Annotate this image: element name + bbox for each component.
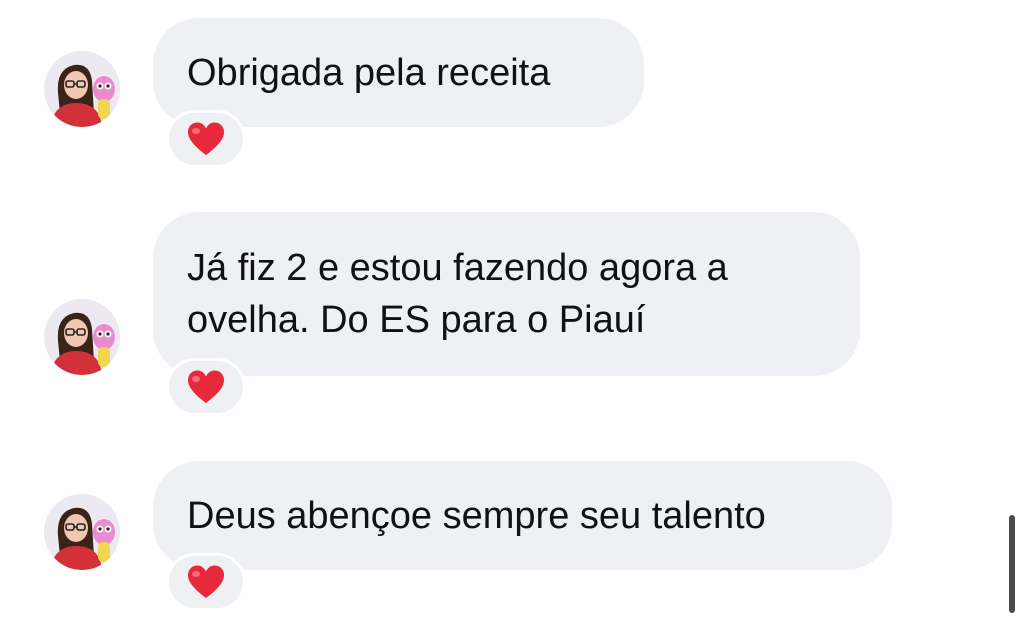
message-bubble[interactable]: Deus abençoe sempre seu talento — [153, 461, 892, 570]
avatar[interactable] — [44, 51, 120, 127]
message-bubble[interactable]: Já fiz 2 e estou fazendo agora a ovelha.… — [153, 212, 860, 376]
reaction-badge[interactable] — [166, 110, 246, 168]
red-heart-icon — [188, 370, 224, 403]
message-text: Já fiz 2 e estou fazendo agora a ovelha.… — [187, 247, 728, 341]
red-heart-icon — [188, 122, 224, 155]
reaction-badge[interactable] — [166, 358, 246, 416]
avatar-photo-icon — [44, 299, 120, 375]
message-text: Obrigada pela receita — [187, 51, 551, 94]
message-text: Deus abençoe sempre seu talento — [187, 494, 766, 537]
avatar[interactable] — [44, 299, 120, 375]
message-bubble[interactable]: Obrigada pela receita — [153, 18, 644, 127]
reaction-badge[interactable] — [166, 553, 246, 611]
red-heart-icon — [188, 565, 224, 598]
avatar-photo-icon — [44, 51, 120, 127]
avatar-photo-icon — [44, 494, 120, 570]
scrollbar[interactable] — [1009, 515, 1015, 613]
avatar[interactable] — [44, 494, 120, 570]
